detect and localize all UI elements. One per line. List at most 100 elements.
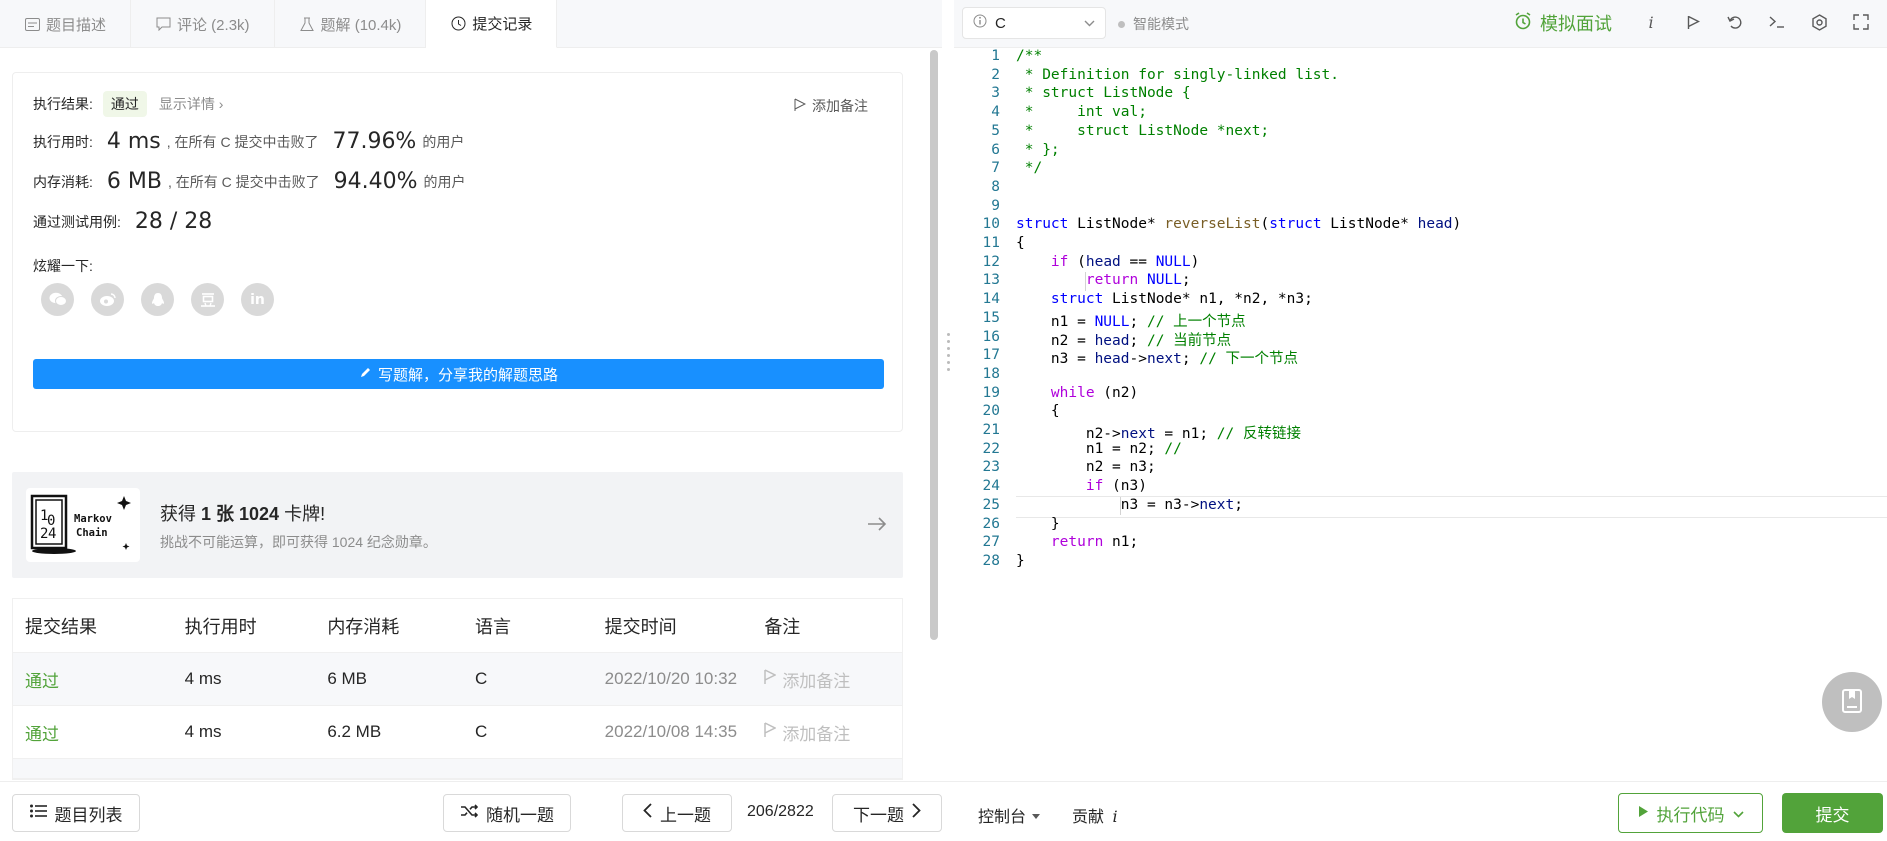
row-result[interactable]: 通过 [13, 720, 185, 745]
code-line[interactable]: * Definition for singly-linked list. [1016, 67, 1339, 83]
line-number: 7 [991, 160, 1000, 177]
notes-float-button[interactable] [1822, 672, 1882, 732]
code-line[interactable]: { [1016, 235, 1025, 251]
smart-mode-toggle[interactable]: 智能模式 [1118, 14, 1189, 34]
col-header-memory[interactable]: 内存消耗 [327, 613, 475, 639]
console-toggle[interactable]: 控制台 [978, 803, 1041, 827]
flask-icon [299, 16, 315, 32]
code-line[interactable]: n1 = n2; // [1016, 441, 1182, 457]
language-select[interactable]: C [962, 7, 1106, 39]
random-problem-button[interactable]: 随机一题 [443, 794, 571, 832]
row-time: 4 ms [184, 722, 222, 741]
code-line[interactable]: return NULL; [1016, 272, 1191, 288]
memory-percent: 94.40% [333, 169, 418, 194]
col-header-submit-time[interactable]: 提交时间 [605, 613, 765, 639]
next-problem-button[interactable]: 下一题 [832, 794, 942, 832]
line-number: 21 [982, 422, 1000, 438]
row-add-note[interactable]: 添加备注 [764, 720, 902, 745]
code-line[interactable]: * struct ListNode { [1016, 85, 1191, 101]
code-line[interactable]: n2 = n3; [1016, 459, 1156, 475]
line-number: 2 [991, 66, 1000, 83]
flag-icon [794, 98, 807, 115]
code-line[interactable]: */ [1016, 160, 1042, 176]
add-note-button[interactable]: 添加备注 [794, 96, 868, 116]
terminal-icon[interactable] [1767, 12, 1787, 32]
col-header-note: 备注 [764, 616, 801, 637]
code-line[interactable]: n3 = n3->next; [1016, 497, 1243, 513]
table-row-partial [13, 759, 902, 779]
line-number: 8 [991, 178, 1000, 195]
submit-button[interactable]: 提交 [1782, 793, 1883, 833]
tab-comments[interactable]: 评论 (2.3k) [131, 0, 275, 48]
weibo-icon[interactable] [91, 283, 124, 316]
tab-submissions[interactable]: 提交记录 [426, 0, 558, 48]
tab-description[interactable]: 题目描述 [0, 0, 132, 48]
linkedin-icon[interactable]: in [241, 283, 274, 316]
code-line[interactable]: n3 = head->next; // 下一个节点 [1016, 347, 1298, 368]
code-line[interactable]: } [1016, 516, 1060, 532]
wechat-icon[interactable] [41, 283, 74, 316]
col-header-time[interactable]: 执行用时 [185, 613, 328, 639]
run-code-button[interactable]: 执行代码 [1618, 793, 1763, 833]
col-header-language[interactable]: 语言 [475, 613, 605, 639]
douban-icon[interactable] [191, 283, 224, 316]
code-line[interactable]: { [1016, 403, 1060, 419]
chevron-down-icon [1732, 803, 1744, 823]
flag-icon[interactable] [1683, 12, 1703, 32]
code-line[interactable]: if (head == NULL) [1016, 254, 1199, 270]
random-problem-label: 随机一题 [486, 805, 554, 825]
chevron-down-icon [1084, 16, 1095, 30]
line-number: 10 [982, 216, 1000, 233]
badge-card-image-text-2: Chain [76, 527, 108, 539]
line-number: 15 [982, 309, 1000, 326]
code-line[interactable]: if (n3) [1016, 478, 1147, 494]
drag-dots-icon [945, 333, 951, 393]
reset-icon[interactable] [1725, 12, 1745, 32]
contribute-button[interactable]: 贡献 i [1072, 803, 1118, 827]
status-badge: 通过 [102, 91, 147, 117]
mock-interview-button[interactable]: 模拟面试 [1514, 10, 1612, 36]
qq-icon[interactable] [141, 283, 174, 316]
code-line[interactable]: struct ListNode* n1, *n2, *n3; [1016, 291, 1313, 307]
row-result[interactable]: 通过 [13, 667, 185, 692]
left-scrollbar[interactable] [930, 50, 938, 640]
tab-solutions[interactable]: 题解 (10.4k) [275, 0, 427, 48]
italic-info-icon[interactable]: i [1641, 12, 1661, 32]
badge-card-image: 1 0 2 4 Markov Chain [26, 488, 140, 562]
code-line[interactable]: return n1; [1016, 534, 1138, 550]
arrow-right-icon[interactable] [867, 512, 887, 538]
line-number: 27 [982, 534, 1000, 551]
badge-card-image-text-1: Markov [74, 513, 112, 525]
row-time: 4 ms [184, 669, 222, 688]
table-row[interactable]: 通过 4 ms 6.2 MB C 2022/10/08 14:35 添加备注 [13, 706, 902, 759]
show-details-label: 显示详情 [158, 96, 215, 112]
row-add-note[interactable]: 添加备注 [764, 667, 902, 692]
code-line[interactable]: struct ListNode* reverseList(struct List… [1016, 216, 1461, 232]
code-line[interactable]: } [1016, 553, 1025, 569]
col-header-result[interactable]: 提交结果 [13, 613, 185, 639]
settings-icon[interactable] [1809, 12, 1829, 32]
code-editor[interactable]: 1 /** 2 * Definition for singly-linked lis… [954, 48, 1887, 781]
code-line[interactable]: * }; [1016, 142, 1060, 158]
panel-resize-handle[interactable] [942, 48, 954, 781]
code-line[interactable]: while (n2) [1016, 385, 1138, 401]
prev-problem-button[interactable]: 上一题 [622, 794, 732, 832]
write-solution-button[interactable]: 写题解，分享我的解题思路 [33, 359, 884, 389]
code-line[interactable]: /** [1016, 48, 1042, 64]
code-line[interactable]: * struct ListNode *next; [1016, 123, 1269, 139]
line-number: 6 [991, 141, 1000, 158]
badge-promo-card[interactable]: 1 0 2 4 Markov Chain 获得 1 张 1024 卡牌! 挑战不… [12, 472, 903, 578]
share-label: 炫耀一下: [33, 258, 93, 274]
line-number: 3 [991, 85, 1000, 102]
code-line[interactable]: * int val; [1016, 104, 1147, 120]
line-number: 9 [991, 197, 1000, 214]
flag-icon [764, 721, 777, 743]
tab-submissions-label: 提交记录 [472, 16, 533, 33]
show-details-link[interactable]: 显示详情 › [159, 94, 224, 114]
problem-list-button[interactable]: 题目列表 [12, 794, 140, 832]
exec-time-label: 执行用时: [33, 133, 93, 150]
line-number: 18 [982, 365, 1000, 382]
line-number: 14 [982, 291, 1000, 308]
table-row[interactable]: 通过 4 ms 6 MB C 2022/10/20 10:32 添加备注 [13, 653, 902, 706]
expand-icon[interactable] [1851, 12, 1871, 32]
